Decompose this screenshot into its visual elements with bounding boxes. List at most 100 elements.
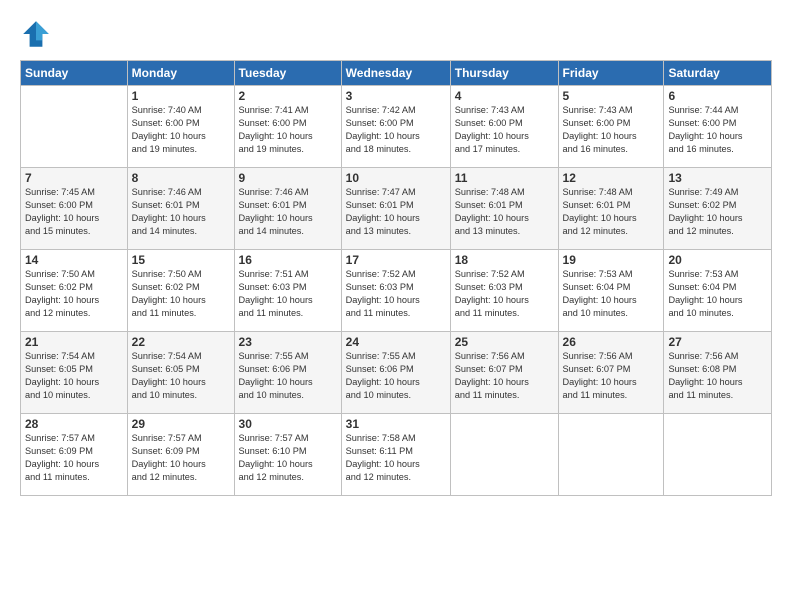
day-number: 16 [239,253,337,267]
weekday-header: Wednesday [341,61,450,86]
day-number: 9 [239,171,337,185]
day-number: 1 [132,89,230,103]
day-number: 13 [668,171,767,185]
day-info: Sunrise: 7:53 AM Sunset: 6:04 PM Dayligh… [668,268,767,320]
day-number: 20 [668,253,767,267]
calendar-cell: 30Sunrise: 7:57 AM Sunset: 6:10 PM Dayli… [234,414,341,496]
calendar-cell: 21Sunrise: 7:54 AM Sunset: 6:05 PM Dayli… [21,332,128,414]
calendar-cell: 2Sunrise: 7:41 AM Sunset: 6:00 PM Daylig… [234,86,341,168]
calendar-week-row: 7Sunrise: 7:45 AM Sunset: 6:00 PM Daylig… [21,168,772,250]
day-number: 22 [132,335,230,349]
calendar-header-row: SundayMondayTuesdayWednesdayThursdayFrid… [21,61,772,86]
calendar-cell: 6Sunrise: 7:44 AM Sunset: 6:00 PM Daylig… [664,86,772,168]
day-info: Sunrise: 7:56 AM Sunset: 6:08 PM Dayligh… [668,350,767,402]
page-header [20,18,772,50]
calendar-cell: 24Sunrise: 7:55 AM Sunset: 6:06 PM Dayli… [341,332,450,414]
calendar-cell: 11Sunrise: 7:48 AM Sunset: 6:01 PM Dayli… [450,168,558,250]
calendar-cell: 27Sunrise: 7:56 AM Sunset: 6:08 PM Dayli… [664,332,772,414]
calendar-cell: 3Sunrise: 7:42 AM Sunset: 6:00 PM Daylig… [341,86,450,168]
day-number: 27 [668,335,767,349]
calendar-cell: 14Sunrise: 7:50 AM Sunset: 6:02 PM Dayli… [21,250,128,332]
calendar-cell: 29Sunrise: 7:57 AM Sunset: 6:09 PM Dayli… [127,414,234,496]
day-info: Sunrise: 7:40 AM Sunset: 6:00 PM Dayligh… [132,104,230,156]
day-number: 11 [455,171,554,185]
calendar-cell: 22Sunrise: 7:54 AM Sunset: 6:05 PM Dayli… [127,332,234,414]
weekday-header: Thursday [450,61,558,86]
day-number: 24 [346,335,446,349]
calendar-cell: 1Sunrise: 7:40 AM Sunset: 6:00 PM Daylig… [127,86,234,168]
calendar-cell: 12Sunrise: 7:48 AM Sunset: 6:01 PM Dayli… [558,168,664,250]
day-number: 18 [455,253,554,267]
calendar-week-row: 21Sunrise: 7:54 AM Sunset: 6:05 PM Dayli… [21,332,772,414]
calendar-cell: 8Sunrise: 7:46 AM Sunset: 6:01 PM Daylig… [127,168,234,250]
calendar-cell: 17Sunrise: 7:52 AM Sunset: 6:03 PM Dayli… [341,250,450,332]
day-info: Sunrise: 7:52 AM Sunset: 6:03 PM Dayligh… [455,268,554,320]
calendar-cell: 9Sunrise: 7:46 AM Sunset: 6:01 PM Daylig… [234,168,341,250]
calendar-week-row: 1Sunrise: 7:40 AM Sunset: 6:00 PM Daylig… [21,86,772,168]
day-info: Sunrise: 7:54 AM Sunset: 6:05 PM Dayligh… [132,350,230,402]
day-info: Sunrise: 7:57 AM Sunset: 6:09 PM Dayligh… [132,432,230,484]
calendar-cell: 7Sunrise: 7:45 AM Sunset: 6:00 PM Daylig… [21,168,128,250]
day-info: Sunrise: 7:47 AM Sunset: 6:01 PM Dayligh… [346,186,446,238]
weekday-header: Monday [127,61,234,86]
calendar-cell [450,414,558,496]
weekday-header: Sunday [21,61,128,86]
day-info: Sunrise: 7:57 AM Sunset: 6:10 PM Dayligh… [239,432,337,484]
day-number: 3 [346,89,446,103]
day-info: Sunrise: 7:46 AM Sunset: 6:01 PM Dayligh… [239,186,337,238]
day-info: Sunrise: 7:54 AM Sunset: 6:05 PM Dayligh… [25,350,123,402]
day-info: Sunrise: 7:58 AM Sunset: 6:11 PM Dayligh… [346,432,446,484]
day-number: 17 [346,253,446,267]
day-info: Sunrise: 7:49 AM Sunset: 6:02 PM Dayligh… [668,186,767,238]
day-number: 12 [563,171,660,185]
day-number: 10 [346,171,446,185]
calendar-cell: 18Sunrise: 7:52 AM Sunset: 6:03 PM Dayli… [450,250,558,332]
day-number: 15 [132,253,230,267]
day-info: Sunrise: 7:46 AM Sunset: 6:01 PM Dayligh… [132,186,230,238]
weekday-header: Saturday [664,61,772,86]
day-number: 6 [668,89,767,103]
day-number: 21 [25,335,123,349]
day-number: 14 [25,253,123,267]
day-number: 4 [455,89,554,103]
day-info: Sunrise: 7:52 AM Sunset: 6:03 PM Dayligh… [346,268,446,320]
day-number: 28 [25,417,123,431]
calendar-cell: 28Sunrise: 7:57 AM Sunset: 6:09 PM Dayli… [21,414,128,496]
calendar-week-row: 14Sunrise: 7:50 AM Sunset: 6:02 PM Dayli… [21,250,772,332]
day-number: 29 [132,417,230,431]
day-number: 31 [346,417,446,431]
calendar-cell: 26Sunrise: 7:56 AM Sunset: 6:07 PM Dayli… [558,332,664,414]
calendar-cell: 31Sunrise: 7:58 AM Sunset: 6:11 PM Dayli… [341,414,450,496]
calendar-cell: 15Sunrise: 7:50 AM Sunset: 6:02 PM Dayli… [127,250,234,332]
day-info: Sunrise: 7:50 AM Sunset: 6:02 PM Dayligh… [25,268,123,320]
logo-icon [20,18,52,50]
calendar-cell [664,414,772,496]
day-number: 5 [563,89,660,103]
day-number: 8 [132,171,230,185]
day-number: 25 [455,335,554,349]
day-number: 23 [239,335,337,349]
day-info: Sunrise: 7:42 AM Sunset: 6:00 PM Dayligh… [346,104,446,156]
calendar-cell: 10Sunrise: 7:47 AM Sunset: 6:01 PM Dayli… [341,168,450,250]
weekday-header: Tuesday [234,61,341,86]
day-number: 30 [239,417,337,431]
logo [20,18,58,50]
calendar-cell [21,86,128,168]
calendar-cell: 5Sunrise: 7:43 AM Sunset: 6:00 PM Daylig… [558,86,664,168]
day-info: Sunrise: 7:55 AM Sunset: 6:06 PM Dayligh… [346,350,446,402]
calendar-cell: 20Sunrise: 7:53 AM Sunset: 6:04 PM Dayli… [664,250,772,332]
day-number: 2 [239,89,337,103]
calendar-cell: 25Sunrise: 7:56 AM Sunset: 6:07 PM Dayli… [450,332,558,414]
day-info: Sunrise: 7:48 AM Sunset: 6:01 PM Dayligh… [563,186,660,238]
calendar-cell: 13Sunrise: 7:49 AM Sunset: 6:02 PM Dayli… [664,168,772,250]
calendar-table: SundayMondayTuesdayWednesdayThursdayFrid… [20,60,772,496]
day-info: Sunrise: 7:55 AM Sunset: 6:06 PM Dayligh… [239,350,337,402]
day-info: Sunrise: 7:43 AM Sunset: 6:00 PM Dayligh… [455,104,554,156]
calendar-cell: 16Sunrise: 7:51 AM Sunset: 6:03 PM Dayli… [234,250,341,332]
day-info: Sunrise: 7:44 AM Sunset: 6:00 PM Dayligh… [668,104,767,156]
day-info: Sunrise: 7:45 AM Sunset: 6:00 PM Dayligh… [25,186,123,238]
calendar-week-row: 28 Sunrise: 7:57 AM Sunset: 6:09 PM Dayli… [21,414,772,496]
day-info: Sunrise: 7:48 AM Sunset: 6:01 PM Dayligh… [455,186,554,238]
day-number: 7 [25,171,123,185]
day-info: Sunrise: 7:41 AM Sunset: 6:00 PM Dayligh… [239,104,337,156]
